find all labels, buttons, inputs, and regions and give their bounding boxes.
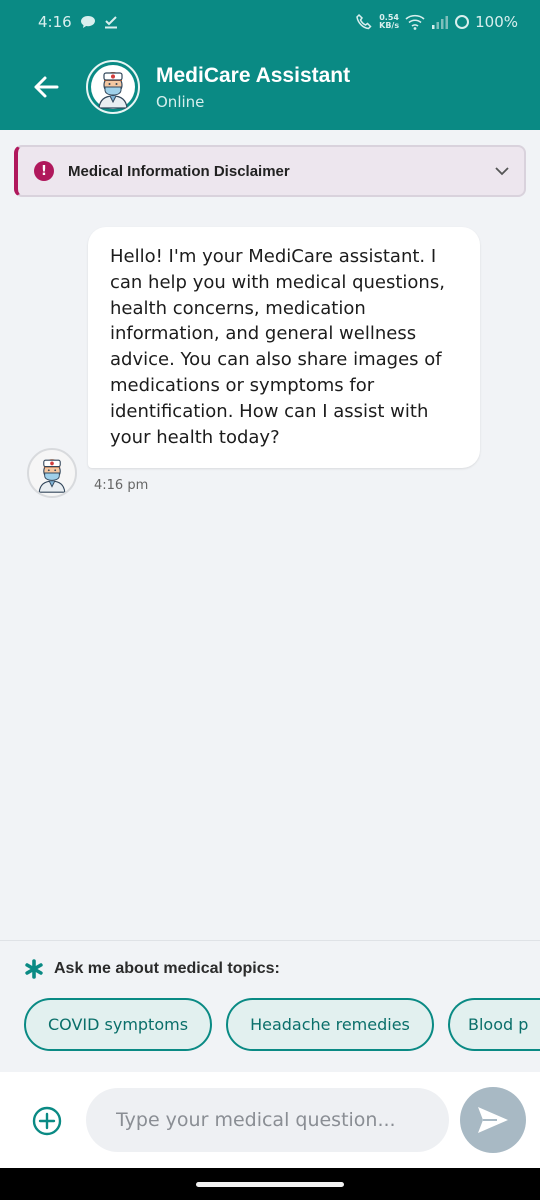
doctor-icon <box>38 459 66 493</box>
app-header: MediCare Assistant Online <box>0 44 540 130</box>
suggestion-chip-covid[interactable]: COVID symptoms <box>24 998 212 1051</box>
suggestions-panel: Ask me about medical topics: COVID sympt… <box>0 940 540 1070</box>
medical-disclaimer-banner[interactable]: ! Medical Information Disclaimer <box>14 145 526 197</box>
download-done-icon <box>104 16 117 29</box>
status-bar: 4:16 0.54 KB/s 100% <box>0 0 540 44</box>
assistant-avatar <box>86 60 140 114</box>
disclaimer-label: Medical Information Disclaimer <box>68 162 290 180</box>
online-status: Online <box>156 92 205 111</box>
network-speed: 0.54 KB/s <box>379 13 400 30</box>
chat-notification-icon <box>80 16 95 28</box>
message-composer <box>0 1072 540 1168</box>
suggestions-heading: Ask me about medical topics: <box>54 960 280 977</box>
signal-icon <box>432 16 449 29</box>
system-navigation-bar <box>0 1168 540 1200</box>
home-gesture-handle[interactable] <box>196 1182 344 1187</box>
suggestion-chip-headache[interactable]: Headache remedies <box>226 998 434 1051</box>
wifi-icon <box>405 14 425 30</box>
add-attachment-icon[interactable] <box>31 1105 63 1137</box>
arrow-left-icon <box>34 76 59 98</box>
message-text: Hello! I'm your MediCare assistant. I ca… <box>110 246 445 448</box>
alert-icon: ! <box>34 161 54 181</box>
asterisk-icon <box>25 959 43 979</box>
send-button[interactable] <box>460 1087 526 1153</box>
assistant-message-bubble: Hello! I'm your MediCare assistant. I ca… <box>88 227 480 468</box>
suggestion-chip-blood-pressure[interactable]: Blood p <box>448 998 540 1051</box>
message-timestamp: 4:16 pm <box>94 478 149 493</box>
call-icon <box>356 13 372 30</box>
send-icon <box>478 1107 508 1133</box>
status-time: 4:16 <box>38 13 72 31</box>
message-input[interactable] <box>86 1088 449 1152</box>
battery-icon <box>455 15 470 29</box>
battery-level: 100% <box>475 13 518 31</box>
assistant-message-avatar <box>27 448 77 498</box>
chevron-down-icon <box>495 167 509 176</box>
back-button[interactable] <box>26 67 66 107</box>
chat-title: MediCare Assistant <box>156 63 351 87</box>
doctor-icon <box>91 65 135 109</box>
